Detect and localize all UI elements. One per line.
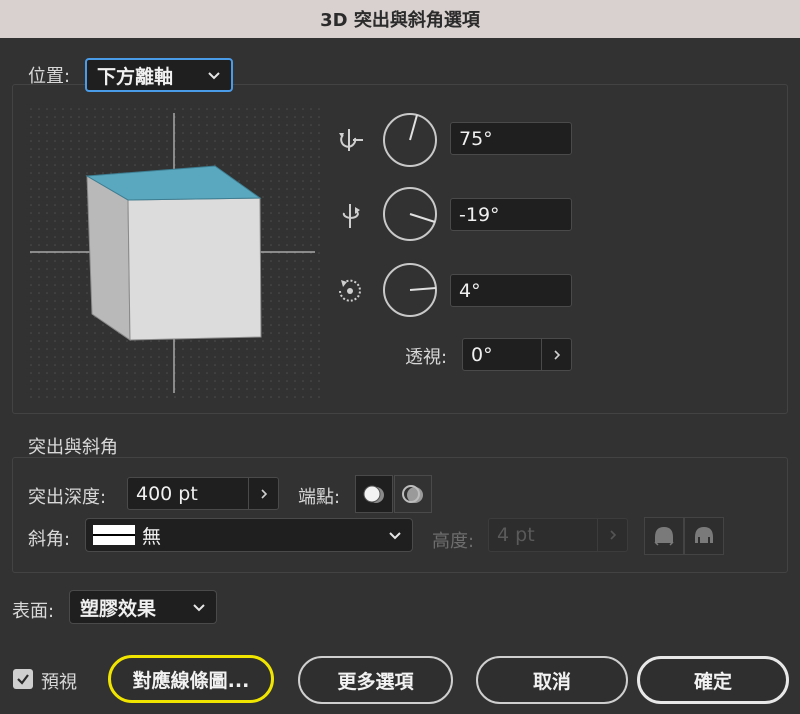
rotate-y-axis-icon xyxy=(342,204,360,228)
cap-on-button[interactable] xyxy=(355,475,393,513)
ok-button-label: 確定 xyxy=(693,670,732,693)
rotate-z-axis-icon xyxy=(339,279,361,302)
chevron-right-icon xyxy=(260,488,267,499)
surface-label: 表面: xyxy=(12,601,55,622)
cap-label: 端點: xyxy=(298,487,341,508)
cancel-button-label: 取消 xyxy=(532,670,571,693)
rotate-x-axis-icon xyxy=(339,129,363,151)
chevron-down-icon xyxy=(208,72,220,80)
rotate-y-input[interactable]: -19° xyxy=(450,198,572,231)
more-options-button-label: 更多選項 xyxy=(337,670,414,693)
preview-checkbox[interactable] xyxy=(13,669,33,689)
cube-preview[interactable] xyxy=(30,108,320,398)
bevel-dropdown[interactable]: 無 xyxy=(85,518,413,552)
bevel-none-swatch-icon xyxy=(93,525,135,545)
perspective-label: 透視: xyxy=(405,347,448,368)
perspective-input[interactable]: 0° xyxy=(462,338,572,371)
bevel-out-button[interactable] xyxy=(644,517,684,555)
extrude-depth-value: 400 pt xyxy=(136,482,198,505)
perspective-slider-button[interactable] xyxy=(541,339,571,370)
checkmark-icon xyxy=(17,674,29,685)
rotate-z-value: 4° xyxy=(459,279,481,302)
extrude-section-title: 突出與斜角 xyxy=(28,437,118,458)
position-dropdown-value: 下方離軸 xyxy=(97,65,174,88)
rotate-z-dial[interactable] xyxy=(382,262,438,318)
chevron-down-icon xyxy=(389,532,401,540)
rotate-x-value: 75° xyxy=(459,127,493,150)
map-art-button[interactable]: 對應線條圖... xyxy=(108,655,274,703)
ok-button[interactable]: 確定 xyxy=(637,656,789,704)
cube-front-face xyxy=(127,197,262,341)
chevron-down-icon xyxy=(193,604,205,612)
rotate-x-input[interactable]: 75° xyxy=(450,122,572,155)
rotate-y-value: -19° xyxy=(459,203,500,226)
surface-dropdown-value: 塑膠效果 xyxy=(80,597,157,620)
more-options-button[interactable]: 更多選項 xyxy=(298,656,453,704)
bevel-height-slider-button[interactable] xyxy=(597,519,627,551)
position-label: 位置: xyxy=(28,66,71,87)
rotate-x-dial[interactable] xyxy=(382,112,438,168)
chevron-right-icon xyxy=(609,530,616,540)
cube-left-face xyxy=(86,175,131,341)
window-title: 3D 突出與斜角選項 xyxy=(320,10,480,31)
bevel-height-label: 高度: xyxy=(432,531,475,552)
title-bar: 3D 突出與斜角選項 xyxy=(0,0,800,38)
cancel-button[interactable]: 取消 xyxy=(476,656,628,704)
extrude-depth-input[interactable]: 400 pt xyxy=(127,477,279,510)
bevel-height-value: 4 pt xyxy=(497,524,535,546)
chevron-right-icon xyxy=(553,349,560,360)
bevel-label: 斜角: xyxy=(28,529,71,550)
cap-off-button[interactable] xyxy=(394,475,432,513)
surface-dropdown[interactable]: 塑膠效果 xyxy=(69,590,217,624)
cap-on-icon xyxy=(363,485,384,503)
extrude-depth-label: 突出深度: xyxy=(28,487,107,508)
preview-label: 預視 xyxy=(41,672,77,693)
rotate-z-input[interactable]: 4° xyxy=(450,274,572,307)
position-dropdown[interactable]: 下方離軸 xyxy=(85,58,233,92)
bevel-dropdown-value: 無 xyxy=(142,525,162,548)
perspective-value: 0° xyxy=(471,343,493,366)
extrude-depth-slider-button[interactable] xyxy=(248,478,278,509)
bevel-out-icon xyxy=(654,527,674,546)
bevel-height-input[interactable]: 4 pt xyxy=(488,518,628,552)
rotate-y-dial[interactable] xyxy=(382,186,438,242)
bevel-in-button[interactable] xyxy=(684,517,724,555)
map-art-button-label: 對應線條圖... xyxy=(132,669,250,692)
cap-off-icon xyxy=(402,485,423,503)
bevel-in-icon xyxy=(695,527,713,545)
